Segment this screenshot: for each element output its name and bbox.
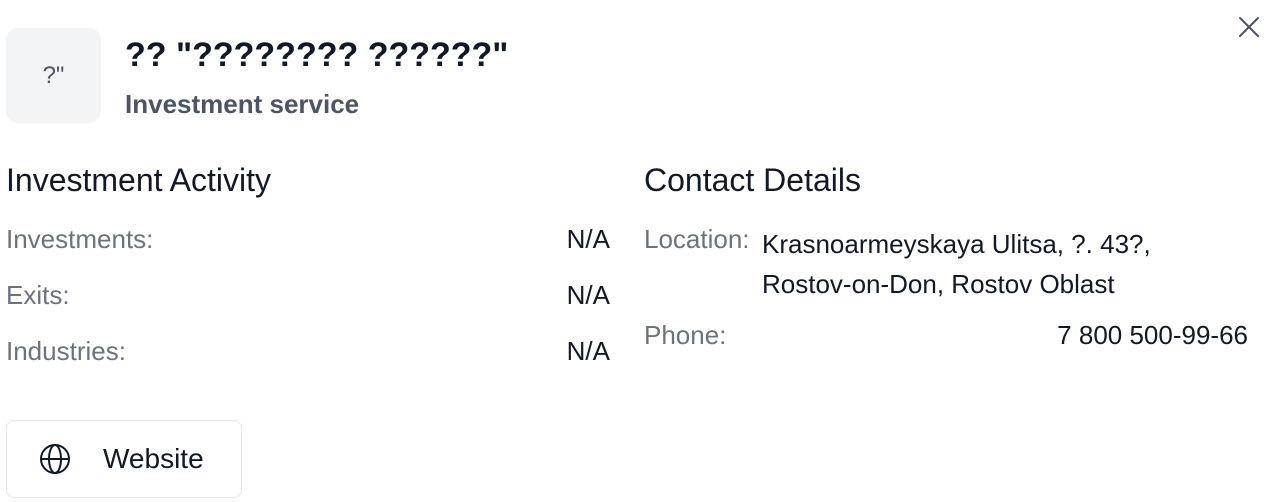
close-button[interactable]: [1234, 12, 1264, 42]
website-label: Website: [103, 443, 204, 474]
phone-label: Phone:: [644, 320, 727, 350]
phone-value[interactable]: 7 800 500-99-66: [948, 320, 1248, 351]
website-button[interactable]: Website: [6, 420, 242, 498]
globe-icon: [39, 443, 71, 475]
avatar-text: ?": [42, 61, 65, 89]
close-icon: [1239, 17, 1259, 37]
location-value: Krasnoarmeyskaya Ulitsa, ?. 43?, Rostov-…: [762, 229, 1151, 299]
exits-value: N/A: [566, 280, 610, 310]
organization-type: Investment service: [125, 89, 360, 119]
location-label: Location:: [644, 224, 750, 254]
investments-value: N/A: [566, 224, 610, 254]
contact-details-title: Contact Details: [644, 162, 861, 198]
avatar: ?": [6, 28, 101, 123]
exits-label: Exits:: [6, 280, 70, 310]
investment-activity-title: Investment Activity: [6, 162, 271, 198]
investments-label: Investments:: [6, 224, 154, 254]
industries-value: N/A: [566, 336, 610, 366]
organization-name: ?? "???????? ??????": [125, 36, 509, 74]
industries-label: Industries:: [6, 336, 126, 366]
